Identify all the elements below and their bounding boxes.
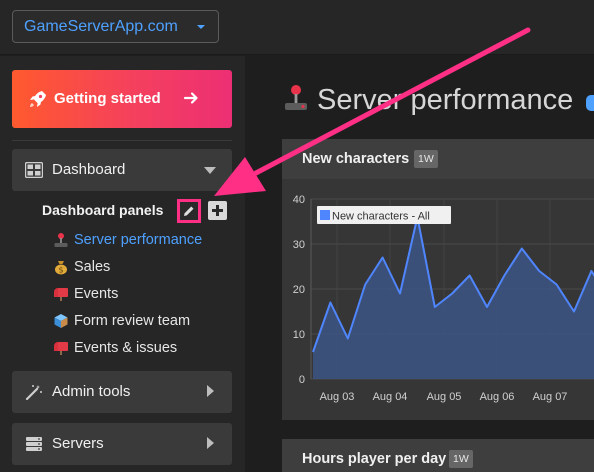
sidebar-item-label: Admin tools <box>52 383 131 400</box>
rocket-icon <box>30 91 46 107</box>
pencil-icon <box>184 206 194 216</box>
card-title: Hours player per day <box>302 451 447 467</box>
edit-panels-button[interactable] <box>177 199 201 223</box>
top-bar: GameServerApp.com <box>0 0 594 55</box>
edit-title-icon[interactable] <box>586 95 594 111</box>
card-header: New characters 1W <box>282 139 594 179</box>
x-tick-label: Aug 03 <box>320 391 355 403</box>
mailbox-icon <box>54 342 68 355</box>
y-tick-label: 30 <box>293 239 305 251</box>
y-tick-label: 20 <box>293 284 305 296</box>
y-tick-label: 0 <box>299 374 305 386</box>
y-tick-label: 10 <box>293 329 305 341</box>
arrow-right-icon <box>183 92 198 104</box>
money-bag-icon: $ <box>55 261 67 275</box>
sidebar-item-servers[interactable]: Servers <box>12 423 232 465</box>
x-tick-label: Aug 07 <box>533 391 568 403</box>
x-tick-label: Aug 05 <box>427 391 462 403</box>
caret-right-icon <box>207 385 214 397</box>
magic-wand-icon <box>25 385 42 400</box>
card-header: Hours player per day 1W <box>282 439 594 472</box>
range-badge[interactable]: 1W <box>449 450 473 468</box>
panel-card-new-characters: New characters 1W 0 10 20 30 40 Aug 03 Aug 04 A… <box>282 139 594 420</box>
caret-right-icon <box>207 437 214 449</box>
new-characters-chart[interactable]: 0 10 20 30 40 Aug 03 Aug 04 Aug 05 Aug 06 Aug 07 N… <box>282 179 594 420</box>
sidebar-item-label: Servers <box>52 435 104 452</box>
x-tick-label: Aug 06 <box>480 391 515 403</box>
add-panel-button[interactable] <box>208 201 227 220</box>
sidebar-item-admin-tools[interactable]: Admin tools <box>12 371 232 413</box>
sidebar-divider <box>12 140 232 141</box>
legend-label: New characters - All <box>332 211 430 223</box>
mailbox-icon <box>54 288 68 301</box>
range-badge[interactable]: 1W <box>414 150 438 168</box>
plus-icon <box>212 205 223 216</box>
sidebar-item-dashboard[interactable]: Dashboard <box>12 149 232 191</box>
dashboard-panels-heading: Dashboard panels <box>42 202 164 218</box>
series-area <box>313 217 594 379</box>
page-title-text: Server performance <box>317 84 574 116</box>
card-title: New characters <box>302 151 410 167</box>
getting-started-button[interactable]: Getting started <box>12 70 232 128</box>
server-icon <box>26 437 42 451</box>
chevron-down-icon <box>197 25 205 29</box>
page-title: Server performance <box>283 84 573 117</box>
x-tick-label: Aug 04 <box>373 391 408 403</box>
panel-item-label: Form review team <box>74 313 191 329</box>
panel-item-label: Server performance <box>74 232 203 248</box>
site-name: GameServerApp.com <box>24 18 178 35</box>
svg-text:$: $ <box>58 266 63 275</box>
joystick-icon <box>285 85 307 110</box>
sidebar-item-label: Dashboard <box>52 161 126 178</box>
chart-area: 0 10 20 30 40 Aug 03 Aug 04 Aug 05 Aug 06 Aug 07 N… <box>282 179 594 420</box>
cube-icon <box>54 314 68 328</box>
panel-item-label: Events & issues <box>74 340 178 356</box>
site-selector-dropdown[interactable]: GameServerApp.com <box>12 10 219 43</box>
panel-card-hours-played: Hours player per day 1W <box>282 439 594 472</box>
getting-started-label: Getting started <box>54 90 161 107</box>
y-tick-label: 40 <box>293 194 305 206</box>
legend-swatch <box>320 210 330 220</box>
panel-item-label: Sales <box>74 259 111 275</box>
panel-item-label: Events <box>74 286 119 302</box>
caret-down-icon <box>204 167 216 174</box>
dashboard-icon <box>25 162 43 178</box>
sidebar: Getting started Dashboard Dashboard pane… <box>0 56 245 472</box>
joystick-icon <box>54 233 68 247</box>
